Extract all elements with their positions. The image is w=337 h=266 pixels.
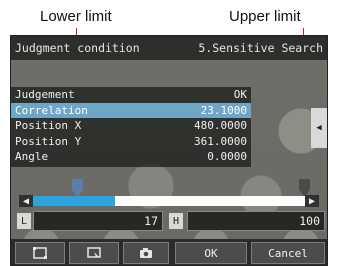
camera-icon [140, 248, 152, 258]
lower-limit-handle[interactable] [72, 179, 83, 197]
lower-limit-callout: Lower limit [40, 8, 112, 25]
lower-label: L [17, 213, 31, 229]
frame-icon-button[interactable] [15, 242, 65, 264]
slider-left-arrow-icon[interactable]: ◀ [19, 195, 33, 207]
cancel-button[interactable]: Cancel [251, 242, 325, 264]
limit-values: L 17 H 100 [11, 211, 327, 231]
ok-button[interactable]: OK [175, 242, 247, 264]
triangle-left-icon: ◀ [316, 123, 322, 133]
result-row-judgement[interactable]: Judgement OK [11, 87, 251, 103]
threshold-slider[interactable]: ◀ ▶ [11, 176, 327, 207]
result-row-correlation[interactable]: Correlation 23.1000 [11, 102, 251, 118]
title-bar: Judgment condition 5.Sensitive Search [11, 36, 327, 60]
result-row-position-x[interactable]: Position X 480.0000 [11, 118, 251, 134]
zoom-icon-button[interactable] [69, 242, 119, 264]
frame-icon [33, 247, 47, 259]
camera-icon-button[interactable] [123, 242, 169, 264]
camera-screen: Judgment condition 5.Sensitive Search Ju… [10, 35, 328, 266]
slider-fill [33, 196, 115, 206]
result-row-angle[interactable]: Angle 0.0000 [11, 149, 251, 165]
zoom-icon [87, 247, 101, 258]
lower-value-field[interactable]: 17 [33, 211, 163, 231]
title-left: Judgment condition [15, 41, 140, 55]
results-panel: Judgement OK Correlation 23.1000 Position … [11, 87, 251, 167]
upper-value-field[interactable]: 100 [187, 211, 325, 231]
slider-right-arrow-icon[interactable]: ▶ [305, 195, 319, 207]
side-panel-tab[interactable]: ◀ [311, 108, 327, 148]
result-row-position-y[interactable]: Position Y 361.0000 [11, 134, 251, 150]
upper-label: H [169, 213, 183, 229]
upper-limit-callout: Upper limit [229, 8, 301, 25]
bottom-toolbar: OK Cancel [11, 239, 327, 265]
slider-track[interactable] [33, 196, 305, 206]
title-right: 5.Sensitive Search [198, 41, 323, 55]
